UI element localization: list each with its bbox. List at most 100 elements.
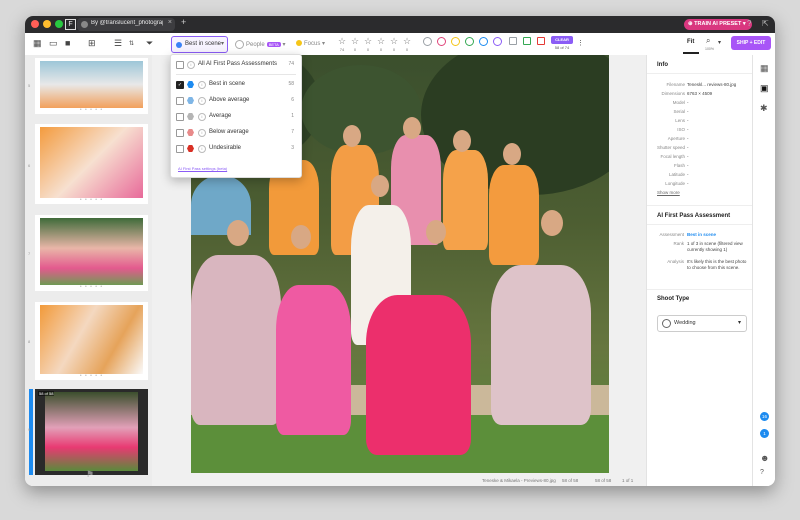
dd-above-average[interactable]: i Above average 6 [176, 95, 296, 107]
browser-tab[interactable]: By @translucent_photography ... × [77, 18, 175, 31]
star-icon[interactable]: ☆ [351, 36, 359, 47]
people-filter[interactable]: People BETA ▾ [235, 40, 286, 49]
flag-pick-icon[interactable] [523, 37, 531, 45]
flag-none-icon[interactable] [509, 37, 517, 45]
selection-indicator [29, 389, 33, 475]
thumbnail[interactable]: • • • • • [35, 302, 148, 380]
checkbox[interactable] [176, 113, 184, 121]
help-icon[interactable]: ? [747, 19, 751, 28]
flag-reject-icon[interactable] [537, 37, 545, 45]
dd-best-in-scene[interactable]: ✓ i Best in scene 58 [176, 79, 296, 91]
checkbox[interactable] [176, 97, 184, 105]
divider [647, 73, 753, 74]
notification-badge[interactable]: 1 [760, 429, 769, 438]
star-icon[interactable]: ☆ [377, 36, 385, 47]
more-options-icon[interactable]: ⋮ [577, 39, 584, 47]
checkbox[interactable] [176, 61, 184, 69]
maximize-window-button[interactable] [55, 20, 63, 28]
dd-label: Undesirable [209, 145, 242, 151]
dd-count: 1 [291, 113, 294, 119]
show-more-link[interactable]: Show more [657, 190, 680, 195]
best-in-scene-dot-icon [176, 42, 182, 48]
thumbnail-number: 6 [28, 163, 31, 168]
side-icon-strip: ▦ ▣ ✱ 16 1 ☻ ? [752, 55, 775, 486]
ai-settings-link[interactable]: AI First Pass settings (beta) [178, 166, 227, 171]
status-filename: Teneske & Mikaela - Previews-80.jpg [482, 478, 556, 483]
flag-icon[interactable]: ⚑ [86, 469, 94, 480]
dd-label: Above average [209, 97, 250, 103]
thumbnail[interactable]: • • • • • [35, 58, 148, 114]
color-label-none-icon[interactable] [423, 37, 432, 46]
info-heading: Info [657, 62, 668, 68]
dd-below-average[interactable]: i Below average 7 [176, 127, 296, 139]
info-icon: i [198, 145, 206, 153]
image-info-icon[interactable]: ▣ [760, 83, 769, 94]
info-value: - [687, 163, 689, 168]
checkbox[interactable] [176, 129, 184, 137]
loupe-view-icon[interactable]: ■ [65, 38, 70, 48]
color-label-blue-icon[interactable] [479, 37, 488, 46]
compare-view-icon[interactable]: ▭ [49, 38, 58, 49]
dd-count: 6 [291, 97, 294, 103]
clear-filters-button[interactable]: CLEAR [551, 36, 573, 44]
star-icon[interactable]: ☆ [338, 36, 346, 47]
info-key: Focal length [660, 154, 685, 159]
dd-all-assessments[interactable]: i All AI First Pass Assessments 74 [176, 59, 296, 71]
thumbnail-image [40, 305, 143, 374]
info-key: Lens [675, 118, 685, 123]
dd-average[interactable]: i Average 1 [176, 111, 296, 123]
zoom-magnifier-icon[interactable]: ⌕ [706, 36, 710, 46]
thumbnail-image [45, 392, 138, 471]
minimize-window-button[interactable] [43, 20, 51, 28]
analysis-value: It's likely this is the best photo to ch… [687, 259, 747, 270]
user-icon[interactable]: ☻ [760, 453, 769, 463]
star-icon[interactable]: ☆ [390, 36, 398, 47]
survey-view-icon[interactable]: ⊞ [88, 38, 96, 49]
dd-count: 3 [291, 145, 294, 151]
thumbnail-number: 9 [28, 427, 31, 432]
notification-badge[interactable]: 16 [760, 412, 769, 421]
help-circle-icon[interactable]: ? [760, 469, 764, 476]
star-icon[interactable]: ☆ [364, 36, 372, 47]
list-view-icon[interactable]: ☰ [114, 38, 122, 49]
filter-icon[interactable]: ⏷ [146, 38, 153, 49]
ship-edit-button[interactable]: SHIP + EDIT [731, 36, 771, 50]
info-value: - [687, 181, 689, 186]
focus-filter[interactable]: Focus ▾ [296, 40, 325, 47]
chevron-down-icon[interactable]: ▾ [718, 39, 721, 46]
status-counter-b: 58 of 58 [595, 478, 612, 483]
sort-icon[interactable]: ⇅ [129, 40, 134, 47]
new-tab-button[interactable]: + [181, 17, 186, 27]
star-icon[interactable]: ☆ [403, 36, 411, 47]
tab-close-icon[interactable]: × [168, 19, 172, 26]
grid-panel-icon[interactable]: ▦ [760, 63, 769, 74]
thumbnail-selected[interactable]: 58 of 58 [29, 389, 148, 475]
shoot-type-value: Wedding [674, 320, 696, 326]
dd-undesirable[interactable]: i Undesirable 3 [176, 143, 296, 155]
close-window-button[interactable] [31, 20, 39, 28]
ai-settings-icon[interactable]: ✱ [760, 103, 768, 114]
color-label-purple-icon[interactable] [493, 37, 502, 46]
info-value: Teneskl... reviews-80.jpg [687, 82, 737, 87]
status-page: 1 of 1 [622, 478, 634, 483]
thumbnail-image [40, 127, 143, 198]
star-count: 0 [379, 47, 383, 52]
checkbox-checked[interactable]: ✓ [176, 81, 184, 89]
external-window-icon[interactable]: ⇱ [762, 19, 769, 28]
ai-assessment-filter-button[interactable]: Best in scene ▾ [171, 36, 228, 53]
focus-icon [296, 40, 302, 47]
thumbnail[interactable]: • • • • • [35, 124, 148, 204]
color-label-green-icon[interactable] [465, 37, 474, 46]
hexagon-icon [187, 145, 194, 152]
zoom-fit-tab[interactable]: Fit [687, 39, 694, 45]
color-label-yellow-icon[interactable] [451, 37, 460, 46]
shoot-type-select[interactable]: Wedding ▾ [657, 315, 747, 332]
checkbox[interactable] [176, 145, 184, 153]
train-ai-preset-button[interactable]: ⊕ TRAIN AI PRESET ▾ [684, 19, 752, 30]
rings-icon [662, 319, 671, 328]
color-label-red-icon[interactable] [437, 37, 446, 46]
info-icon: i [198, 81, 206, 89]
app-logo-icon[interactable]: F [65, 19, 76, 30]
thumbnail[interactable]: • • • • • [35, 215, 148, 291]
grid-view-icon[interactable]: ▦ [33, 38, 42, 49]
